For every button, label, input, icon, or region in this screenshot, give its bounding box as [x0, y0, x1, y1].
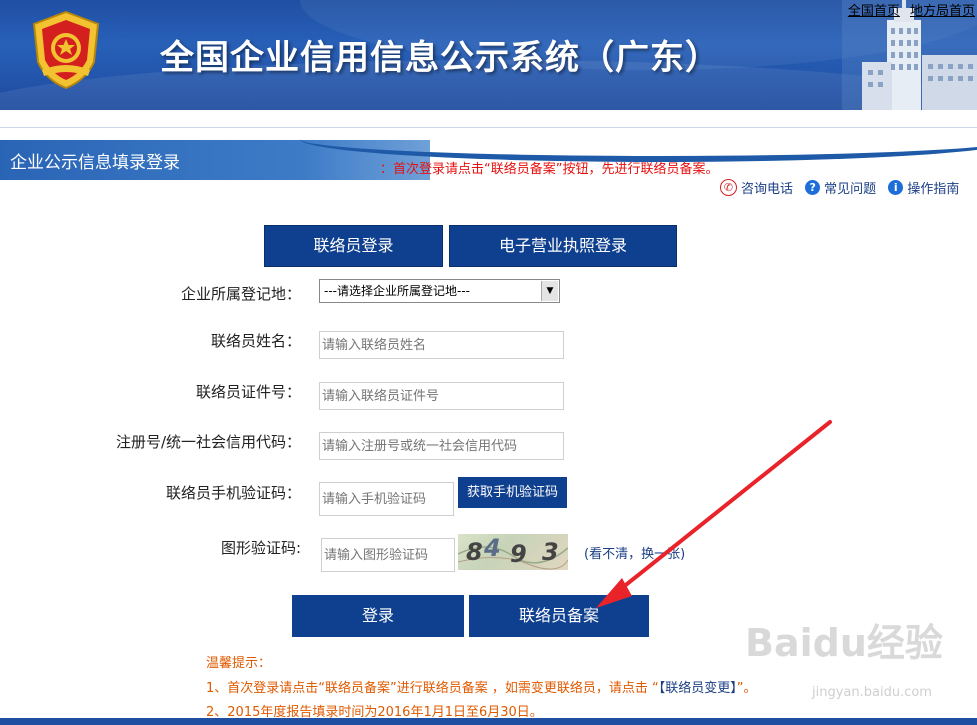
faq-label: 常见问题: [824, 182, 877, 197]
captcha-char: 3: [542, 538, 559, 566]
chevron-down-icon[interactable]: ▼: [541, 281, 558, 301]
name-input[interactable]: [319, 331, 564, 359]
captcha-char: 9: [510, 540, 527, 568]
name-label: 联络员姓名：: [210, 332, 301, 350]
first-login-notice: ：首次登录请点击“联络员备案”按钮，先进行联络员备案。: [380, 162, 719, 177]
guide-label: 操作指南: [907, 182, 960, 197]
reg-code-input[interactable]: [319, 432, 564, 460]
faq-link[interactable]: ? 常见问题: [805, 178, 876, 197]
tab-liaison-login[interactable]: 联络员登录: [264, 225, 443, 267]
id-label: 联络员证件号：: [195, 383, 301, 401]
get-sms-code-button[interactable]: 获取手机验证码: [458, 477, 567, 508]
national-emblem-icon: [32, 10, 100, 90]
captcha-char: 4: [484, 534, 501, 562]
consult-phone-label: 咨询电话: [741, 182, 794, 197]
captcha-label: 图形验证码:: [220, 539, 301, 557]
id-number-input[interactable]: [319, 382, 564, 410]
captcha-input[interactable]: [321, 538, 455, 572]
tab-e-license-login[interactable]: 电子营业执照登录: [449, 225, 677, 267]
liaison-register-button[interactable]: 联络员备案: [469, 595, 649, 637]
login-button[interactable]: 登录: [292, 595, 464, 637]
baidu-watermark: Baidu经验: [745, 621, 943, 665]
captcha-refresh-link[interactable]: (看不清，换一张): [584, 543, 685, 562]
section-title: 企业公示信息填录登录: [10, 153, 180, 173]
region-label: 企业所属登记地：: [180, 285, 301, 303]
national-home-link[interactable]: 全国首页: [848, 4, 900, 19]
sms-code-label: 联络员手机验证码：: [165, 484, 301, 502]
tips-heading: 温馨提示：: [206, 656, 272, 671]
guide-link[interactable]: i 操作指南: [888, 178, 959, 197]
captcha-image[interactable]: 8 4 9 3: [458, 534, 568, 570]
tip-1: 1、首次登录请点击“联络员备案”进行联络员备案 ，如需变更联络员，请点击 “【联…: [206, 677, 757, 696]
divider: [0, 127, 977, 128]
liaison-change-link[interactable]: 【联络员变更】: [659, 681, 737, 696]
bottom-bar: [0, 718, 977, 725]
region-select-value: ---请选择企业所属登记地---: [324, 284, 470, 298]
phone-icon: ✆: [720, 179, 737, 196]
tip-1-text: 1、首次登录请点击“联络员备案”进行联络员备案 ，如需变更联络员，请点击 “: [206, 681, 659, 696]
local-home-link[interactable]: 地方局首页: [910, 4, 975, 19]
baidu-watermark-url: jingyan.baidu.com: [812, 685, 932, 700]
help-links: ✆ 咨询电话 ? 常见问题 i 操作指南: [720, 178, 967, 197]
site-title: 全国企业信用信息公示系统（广东）: [160, 38, 720, 78]
region-select[interactable]: ---请选择企业所属登记地--- ▼: [319, 279, 560, 303]
reg-code-label: 注册号/统一社会信用代码：: [115, 433, 301, 451]
top-links: 全国首页 地方局首页: [842, 0, 975, 19]
question-icon: ?: [805, 180, 821, 195]
info-icon: i: [888, 180, 904, 195]
sms-code-input[interactable]: [319, 482, 454, 516]
header-banner: 全国企业信用信息公示系统（广东） 全国首页 地方局首页: [0, 0, 977, 110]
tip-1-end: ”。: [736, 681, 757, 696]
consult-phone-link[interactable]: ✆ 咨询电话: [720, 178, 793, 197]
captcha-char: 8: [466, 538, 483, 566]
